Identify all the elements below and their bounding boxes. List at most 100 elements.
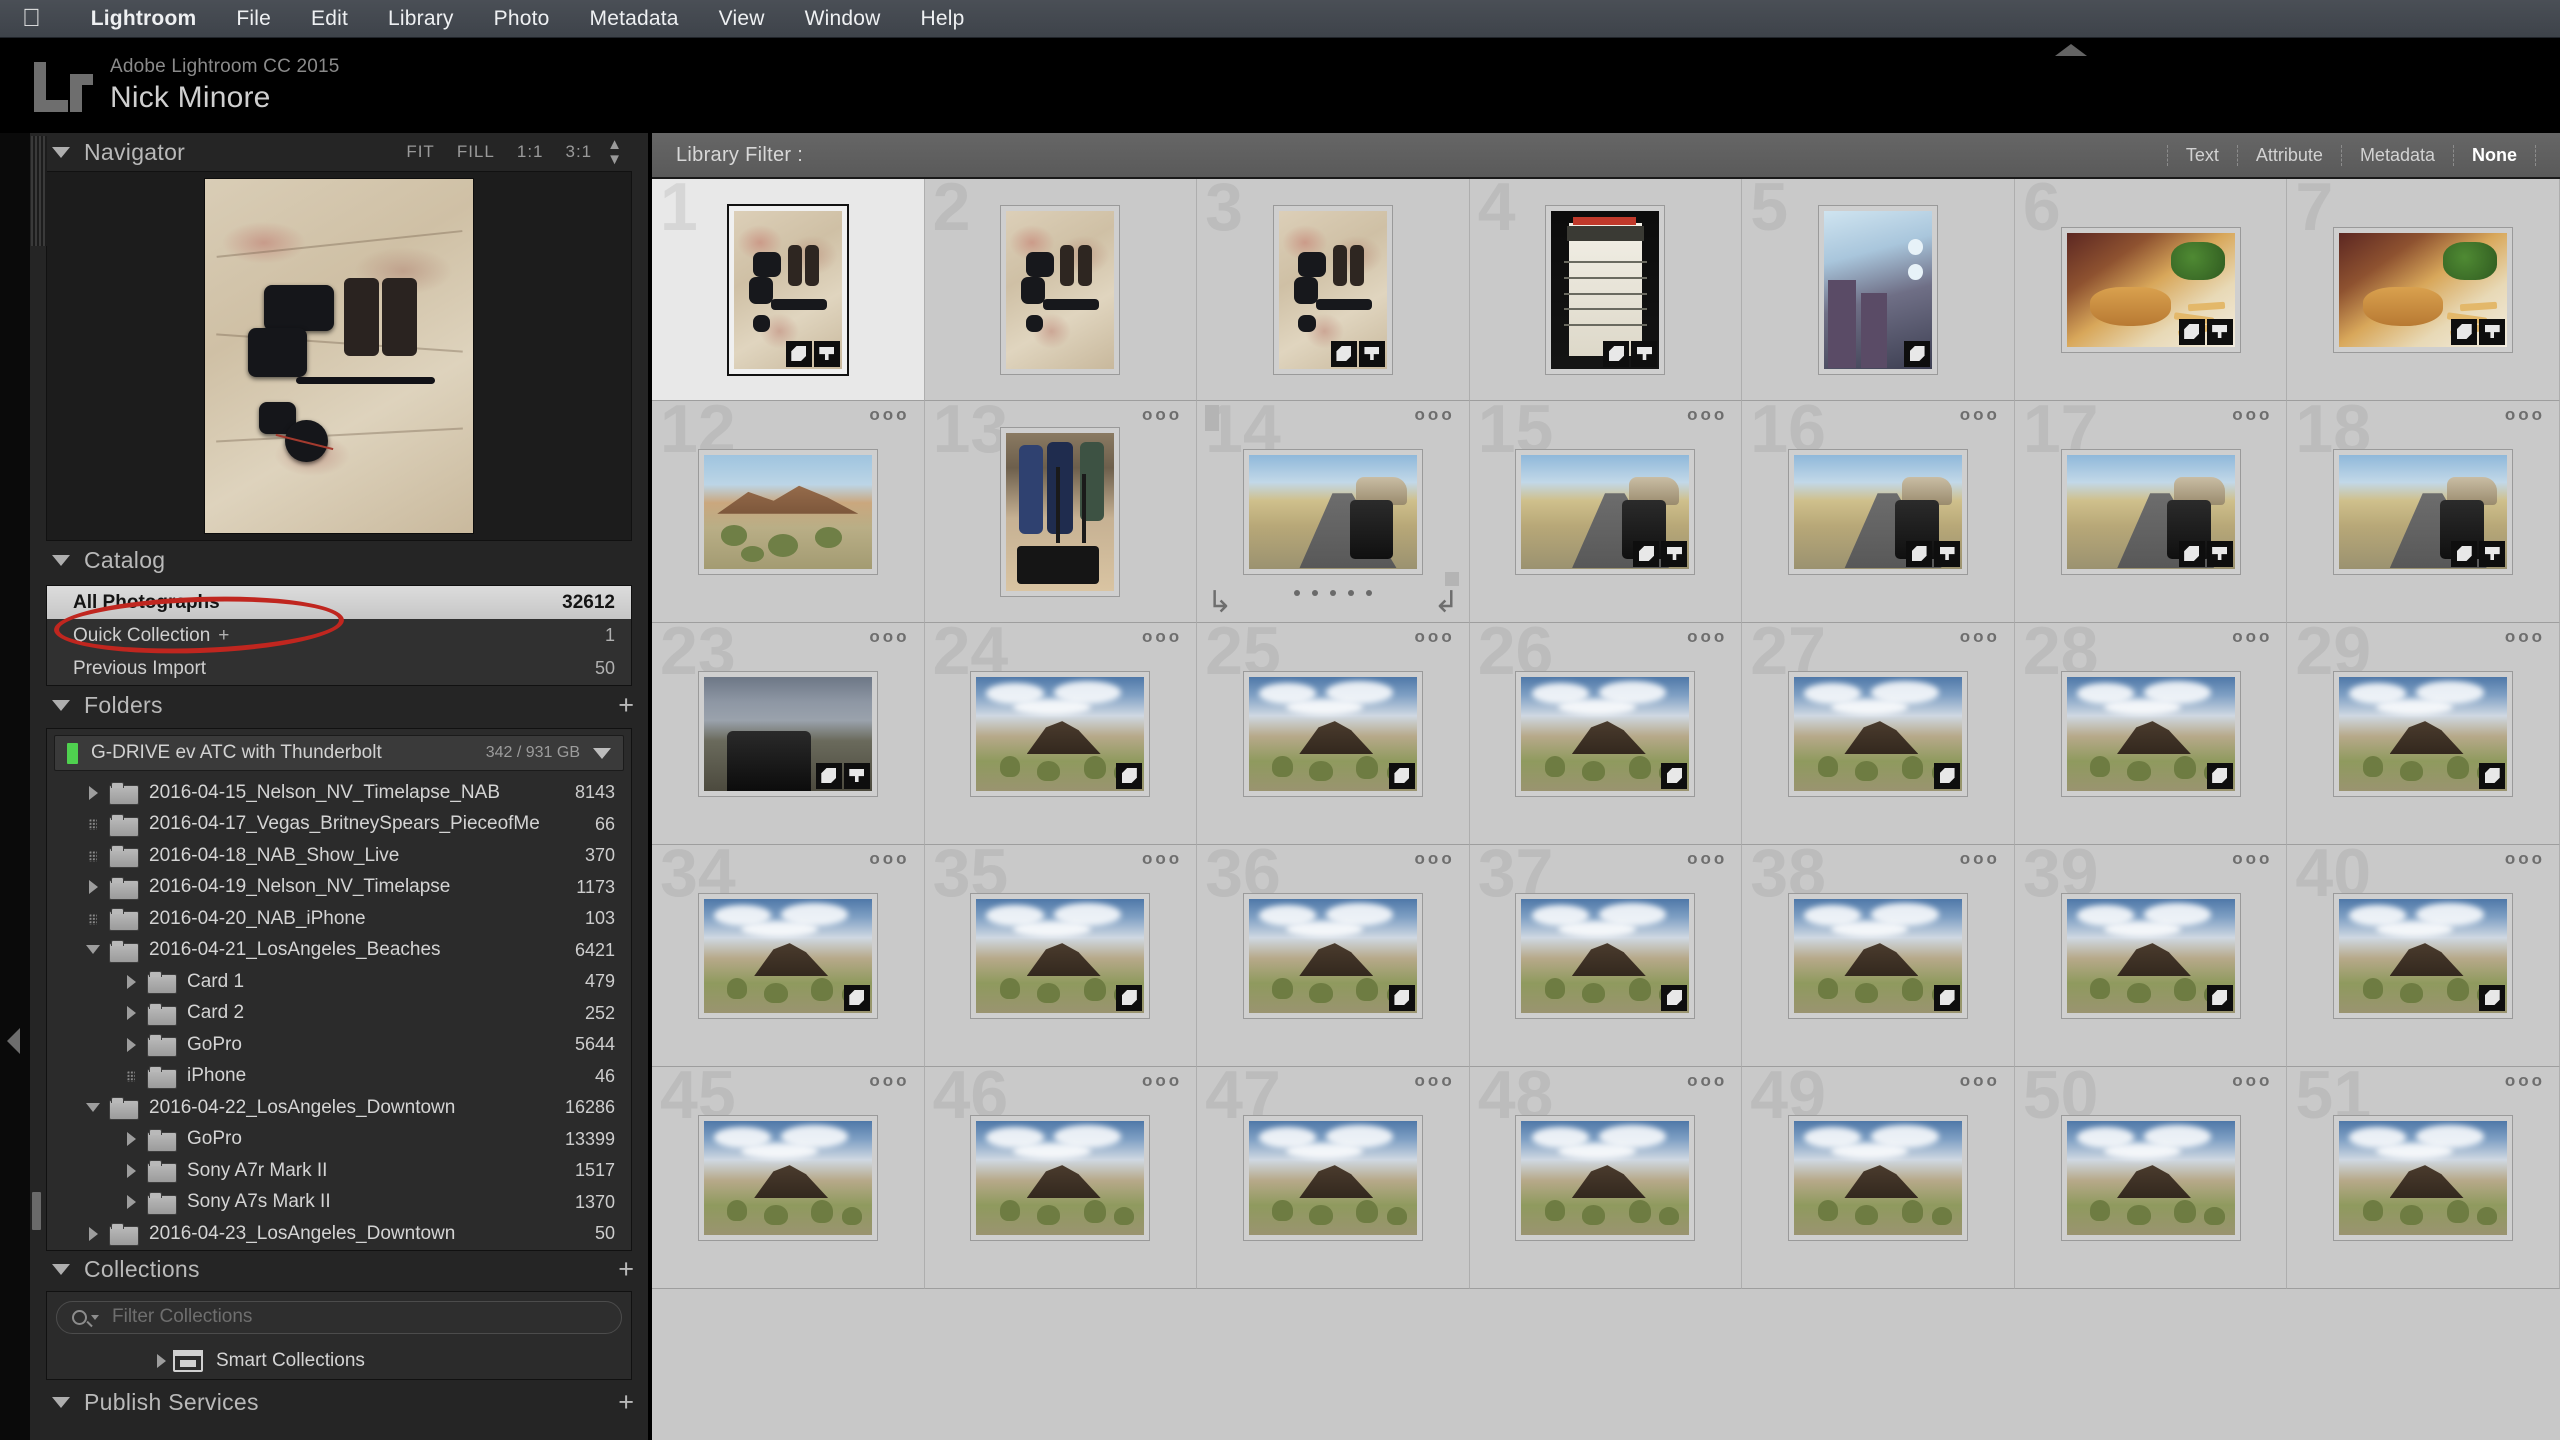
photo-thumbnail[interactable] [1242, 892, 1423, 1019]
keyword-badge-icon[interactable] [843, 984, 870, 1011]
crop-badge-icon[interactable] [2479, 540, 2506, 567]
zoom-mode-fill[interactable]: FILL [446, 142, 506, 162]
keyword-badge-icon[interactable] [1934, 984, 1961, 1011]
zoom-stepper-icon[interactable]: ▲ ▼ [603, 137, 634, 167]
grid-cell[interactable]: 16 ooo [1742, 395, 2015, 623]
keyword-badge-icon[interactable] [2479, 762, 2506, 789]
grid-cell[interactable]: 2 [924, 179, 1198, 401]
top-panel-toggle-icon[interactable] [2055, 44, 2087, 56]
photo-thumbnail[interactable] [2060, 892, 2241, 1019]
grid-cell[interactable]: 12 ooo [652, 395, 925, 623]
folder-row[interactable]: 2016-04-15_Nelson_NV_Timelapse_NAB 8143 [47, 777, 631, 809]
keyword-badge-icon[interactable] [1661, 762, 1688, 789]
folder-row[interactable]: 2016-04-19_Nelson_NV_Timelapse 1173 [47, 872, 631, 904]
photo-thumbnail[interactable] [1788, 892, 1969, 1019]
grid-cell-menu-icon[interactable]: ooo [1960, 627, 2000, 647]
grid-cell-menu-icon[interactable]: ooo [869, 1071, 909, 1091]
keyword-badge-icon[interactable] [2206, 984, 2233, 1011]
left-panel-collapse-icon[interactable] [7, 1028, 20, 1054]
grid-cell[interactable]: 15 ooo [1469, 395, 1743, 623]
folder-row[interactable]: 2016-04-18_NAB_Show_Live 370 [47, 840, 631, 872]
keyword-badge-icon[interactable] [815, 762, 842, 789]
grid-cell[interactable]: 28 ooo [2014, 617, 2288, 845]
photo-thumbnail[interactable] [2333, 226, 2514, 353]
photo-thumbnail[interactable] [726, 203, 849, 376]
stack-marker-icon[interactable] [1444, 572, 1459, 586]
folder-twisty-icon[interactable] [121, 1002, 143, 1024]
photo-thumbnail[interactable] [1545, 204, 1666, 375]
keyword-badge-icon[interactable] [1906, 540, 1933, 567]
filter-collections-input[interactable]: Filter Collections [56, 1300, 622, 1334]
grid-cell-menu-icon[interactable]: ooo [1687, 1071, 1727, 1091]
folder-twisty-icon[interactable] [121, 1065, 143, 1087]
grid-cell[interactable]: 45 ooo [652, 1061, 925, 1289]
rotate-right-icon[interactable]: ↲ [1434, 588, 1459, 618]
photo-thumbnail[interactable] [697, 892, 878, 1019]
menu-item-window[interactable]: Window [785, 7, 901, 31]
folder-row[interactable]: GoPro 5644 [47, 1029, 631, 1061]
menu-item-edit[interactable]: Edit [291, 7, 368, 31]
keyword-badge-icon[interactable] [1633, 540, 1660, 567]
crop-badge-icon[interactable] [2206, 540, 2233, 567]
photo-thumbnail[interactable] [1515, 670, 1696, 797]
photo-thumbnail[interactable] [1788, 448, 1969, 575]
add-folder-icon[interactable]: + [618, 691, 634, 719]
grid-cell-menu-icon[interactable]: ooo [2505, 627, 2545, 647]
grid-cell-menu-icon[interactable]: ooo [1960, 405, 2000, 425]
catalog-item-previous-import[interactable]: Previous Import 50 [47, 652, 631, 685]
folder-twisty-icon[interactable] [83, 908, 105, 930]
grid-cell[interactable]: 24 ooo [924, 617, 1198, 845]
photo-thumbnail[interactable] [1515, 448, 1696, 575]
zoom-mode-3-1[interactable]: 3:1 [555, 142, 604, 162]
grid-cell[interactable]: 29 ooo [2287, 617, 2560, 845]
catalog-disclosure-icon[interactable] [52, 554, 70, 566]
crop-badge-icon[interactable] [813, 340, 840, 367]
keyword-badge-icon[interactable] [2451, 318, 2478, 345]
folder-row[interactable]: 2016-04-23_LosAngeles_Downtown 50 [47, 1218, 631, 1250]
grid-cell[interactable]: 23 ooo [652, 617, 925, 845]
folder-twisty-icon[interactable] [83, 1223, 105, 1245]
photo-thumbnail[interactable] [1515, 892, 1696, 1019]
grid-cell[interactable]: 4 [1469, 179, 1743, 401]
grid-cell[interactable]: 1 [652, 179, 925, 401]
folders-disclosure-icon[interactable] [52, 699, 70, 711]
keyword-badge-icon[interactable] [1934, 762, 1961, 789]
menu-item-file[interactable]: File [216, 7, 291, 31]
grid-cell[interactable]: 49 ooo [1742, 1061, 2015, 1289]
filter-tab-metadata[interactable]: Metadata [2340, 144, 2453, 166]
folder-twisty-icon[interactable] [121, 1034, 143, 1056]
grid-cell-menu-icon[interactable]: ooo [1415, 405, 1455, 425]
folder-row[interactable]: Sony A7s Mark II 1370 [47, 1187, 631, 1219]
folder-twisty-icon[interactable] [83, 813, 105, 835]
grid-cell-menu-icon[interactable]: ooo [869, 849, 909, 869]
folder-twisty-icon[interactable] [121, 1128, 143, 1150]
grid-cell[interactable]: 48 ooo [1469, 1061, 1743, 1289]
grid-cell[interactable]: 7 [2287, 179, 2560, 401]
folder-row[interactable]: 2016-04-17_Vegas_BritneySpears_PieceofMe… [47, 809, 631, 841]
publish-services-disclosure-icon[interactable] [52, 1397, 70, 1408]
grid-cell[interactable]: 40 ooo [2287, 839, 2560, 1067]
folder-row[interactable]: 2016-04-20_NAB_iPhone 103 [47, 903, 631, 935]
photo-thumbnail[interactable] [1242, 670, 1423, 797]
crop-badge-icon[interactable] [1934, 540, 1961, 567]
photo-thumbnail[interactable] [1242, 1114, 1423, 1241]
menu-item-view[interactable]: View [699, 7, 785, 31]
catalog-item-quick-collection[interactable]: Quick Collection + 1 [47, 619, 631, 652]
grid-cell-menu-icon[interactable]: ooo [1142, 405, 1182, 425]
publish-services-header[interactable]: Publish Services + [30, 1384, 648, 1422]
folder-row[interactable]: 2016-04-22_LosAngeles_Downtown 16286 [47, 1092, 631, 1124]
grid-cell-menu-icon[interactable]: ooo [1687, 405, 1727, 425]
menu-item-metadata[interactable]: Metadata [570, 7, 699, 31]
add-publish-service-icon[interactable]: + [618, 1389, 634, 1416]
collections-disclosure-icon[interactable] [52, 1264, 70, 1275]
photo-thumbnail[interactable] [1515, 1114, 1696, 1241]
grid-cell[interactable]: 27 ooo [1742, 617, 2015, 845]
photo-thumbnail[interactable] [2333, 892, 2514, 1019]
grid-cell-menu-icon[interactable]: ooo [1142, 1071, 1182, 1091]
crop-badge-icon[interactable] [2206, 318, 2233, 345]
grid-cell[interactable]: 5 [1742, 179, 2015, 401]
grid-cell[interactable]: 13 ooo [924, 395, 1198, 623]
photo-thumbnail[interactable] [1788, 1114, 1969, 1241]
grid-cell[interactable]: 51 ooo [2287, 1061, 2560, 1289]
collection-item-smart-collections[interactable]: Smart Collections [47, 1343, 631, 1379]
